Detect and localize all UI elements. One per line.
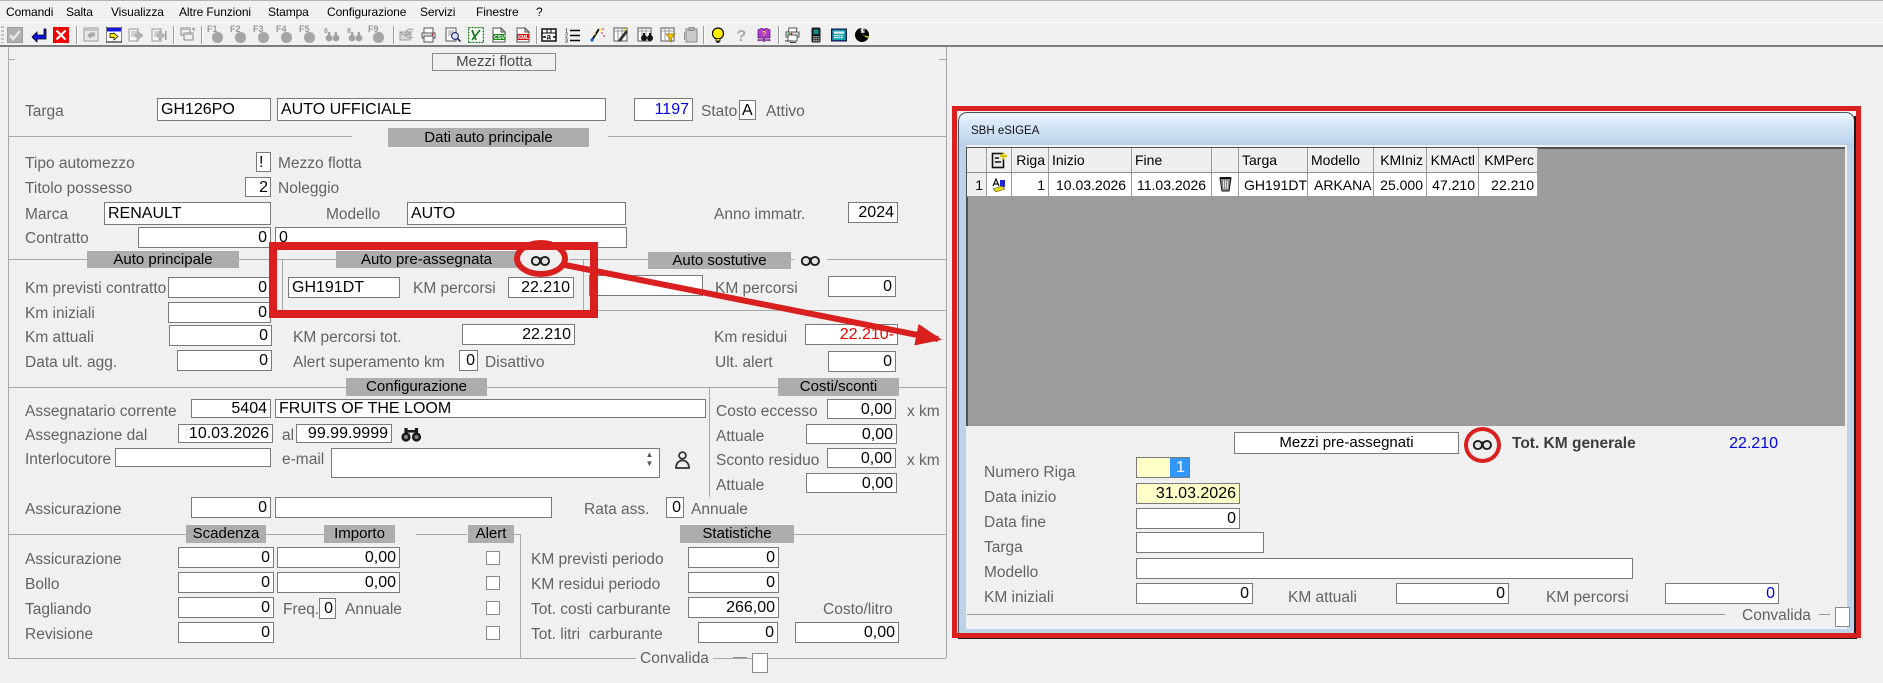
svg-text:CSV: CSV — [494, 35, 505, 41]
svg-text:8: 8 — [347, 28, 351, 35]
svg-text:6: 6 — [324, 28, 328, 35]
svg-text:N: N — [861, 29, 865, 35]
svg-text:?: ? — [762, 31, 766, 38]
svg-text:3: 3 — [565, 39, 568, 44]
svg-text:a: a — [547, 33, 552, 42]
svg-text:?: ? — [737, 28, 747, 43]
svg-text:XML: XML — [518, 35, 530, 41]
